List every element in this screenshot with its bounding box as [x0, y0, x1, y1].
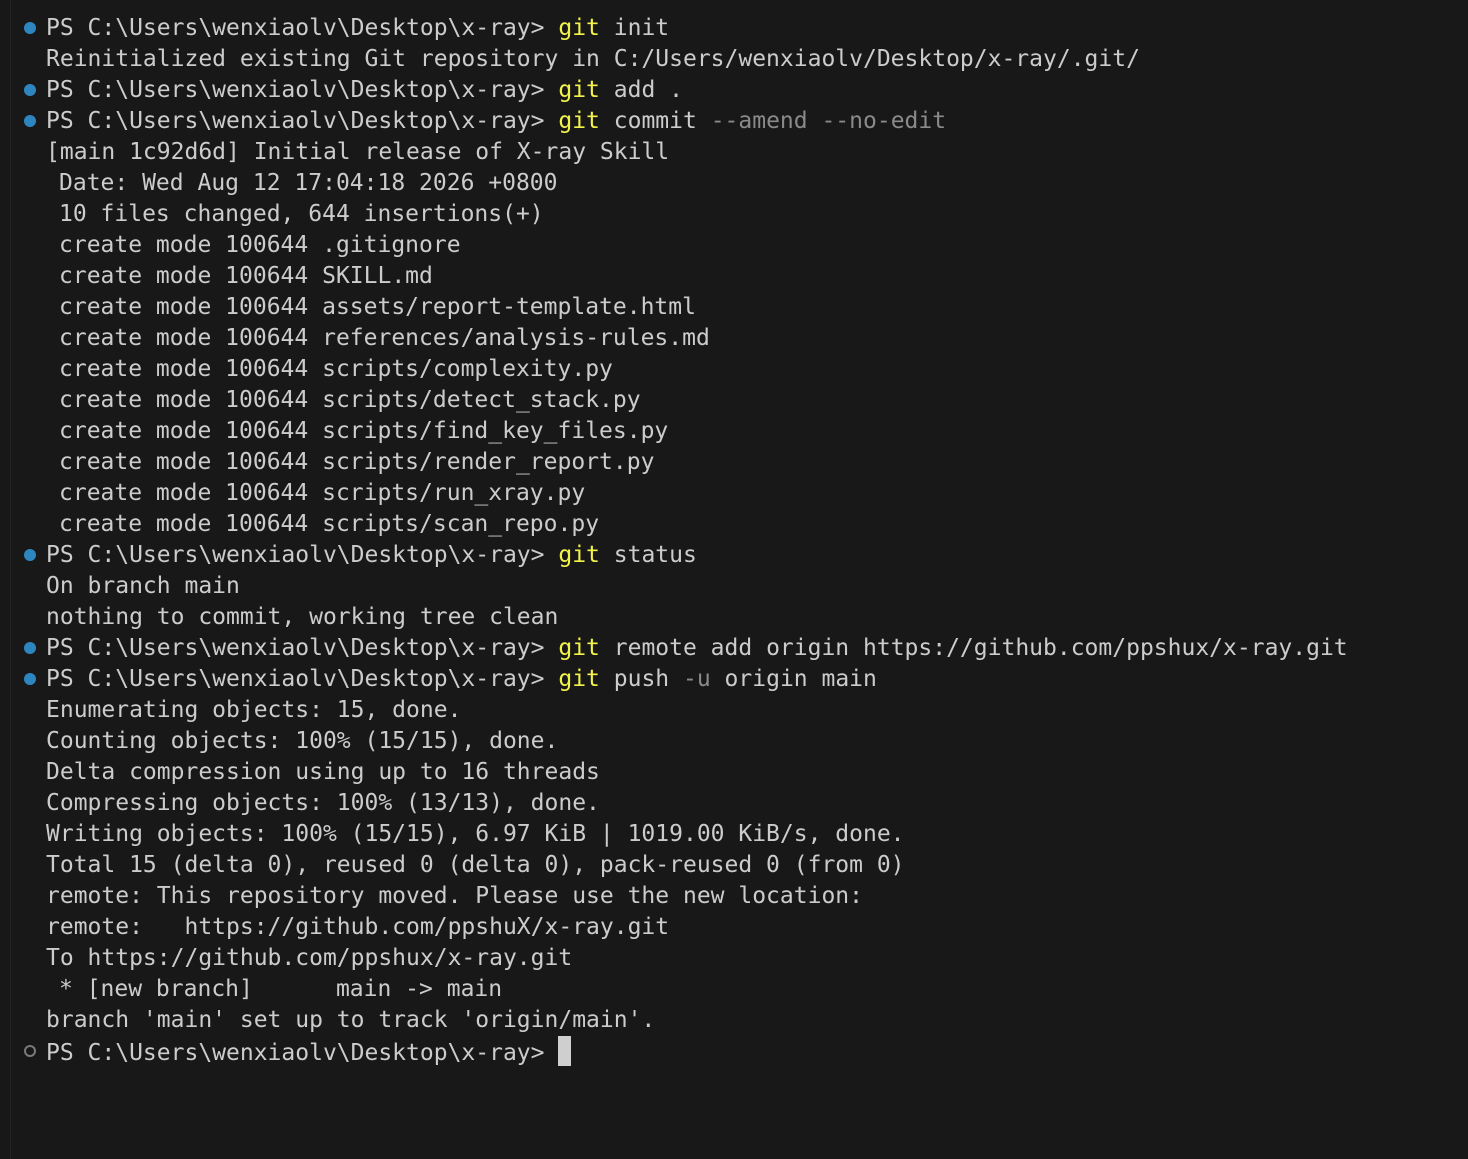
command-status-dot-icon[interactable] [24, 115, 36, 127]
output-line: create mode 100644 scripts/complexity.py [0, 354, 1468, 385]
output-line: [main 1c92d6d] Initial release of X-ray … [0, 137, 1468, 168]
output-text: Date: Wed Aug 12 17:04:18 2026 +0800 [59, 170, 558, 196]
output-text: branch 'main' set up to track 'origin/ma… [46, 1007, 656, 1033]
prompt-text: PS C:\Users\wenxiaolv\Desktop\x-ray> [46, 77, 559, 103]
output-text: [main 1c92d6d] Initial release of X-ray … [46, 139, 670, 165]
output-line: create mode 100644 SKILL.md [0, 261, 1468, 292]
output-text: Total 15 (delta 0), reused 0 (delta 0), … [46, 852, 905, 878]
output-line: create mode 100644 scripts/detect_stack.… [0, 385, 1468, 416]
current-prompt-line[interactable]: PS C:\Users\wenxiaolv\Desktop\x-ray> [0, 1036, 1468, 1067]
output-line: On branch main [0, 571, 1468, 602]
command-args: remote add origin https://github.com/pps… [599, 635, 1348, 661]
git-keyword: git [558, 542, 600, 568]
output-text: create mode 100644 scripts/detect_stack.… [59, 387, 641, 413]
prompt-text: PS C:\Users\wenxiaolv\Desktop\x-ray> [46, 1040, 559, 1066]
command-line[interactable]: PS C:\Users\wenxiaolv\Desktop\x-ray> git… [0, 633, 1468, 664]
output-line: 10 files changed, 644 insertions(+) [0, 199, 1468, 230]
git-keyword: git [558, 666, 600, 692]
output-text: remote: https://github.com/ppshuX/x-ray.… [46, 914, 670, 940]
command-flags: --amend --no-edit [710, 108, 947, 134]
command-args-after: origin main [710, 666, 877, 692]
output-text: create mode 100644 scripts/find_key_file… [59, 418, 669, 444]
output-line: remote: This repository moved. Please us… [0, 881, 1468, 912]
command-line[interactable]: PS C:\Users\wenxiaolv\Desktop\x-ray> git… [0, 540, 1468, 571]
output-text: Delta compression using up to 16 threads [46, 759, 600, 785]
command-args: status [599, 542, 697, 568]
output-text: remote: This repository moved. Please us… [46, 883, 863, 909]
prompt-text: PS C:\Users\wenxiaolv\Desktop\x-ray> [46, 15, 559, 41]
output-text: create mode 100644 .gitignore [59, 232, 461, 258]
output-text: create mode 100644 scripts/render_report… [59, 449, 655, 475]
output-text: nothing to commit, working tree clean [46, 604, 559, 630]
output-line: branch 'main' set up to track 'origin/ma… [0, 1005, 1468, 1036]
output-text: To https://github.com/ppshux/x-ray.git [46, 945, 573, 971]
output-text: create mode 100644 scripts/complexity.py [59, 356, 613, 382]
command-args: push [599, 666, 683, 692]
output-line: create mode 100644 .gitignore [0, 230, 1468, 261]
output-text: create mode 100644 scripts/scan_repo.py [59, 511, 600, 537]
git-keyword: git [558, 77, 600, 103]
output-line: create mode 100644 scripts/find_key_file… [0, 416, 1468, 447]
output-line: Enumerating objects: 15, done. [0, 695, 1468, 726]
output-line: create mode 100644 assets/report-templat… [0, 292, 1468, 323]
output-line: To https://github.com/ppshux/x-ray.git [0, 943, 1468, 974]
output-text: Compressing objects: 100% (13/13), done. [46, 790, 600, 816]
output-text: * [new branch] main -> main [59, 976, 503, 1002]
output-text: 10 files changed, 644 insertions(+) [59, 201, 544, 227]
command-status-dot-icon[interactable] [24, 549, 36, 561]
command-line[interactable]: PS C:\Users\wenxiaolv\Desktop\x-ray> git… [0, 13, 1468, 44]
output-line: Delta compression using up to 16 threads [0, 757, 1468, 788]
output-text: create mode 100644 scripts/run_xray.py [59, 480, 586, 506]
command-args: init [599, 15, 670, 41]
git-keyword: git [558, 15, 600, 41]
git-keyword: git [558, 108, 600, 134]
command-line[interactable]: PS C:\Users\wenxiaolv\Desktop\x-ray> git… [0, 664, 1468, 695]
output-line: create mode 100644 references/analysis-r… [0, 323, 1468, 354]
command-status-dot-icon[interactable] [24, 673, 36, 685]
command-line[interactable]: PS C:\Users\wenxiaolv\Desktop\x-ray> git… [0, 106, 1468, 137]
command-idle-dot-icon [24, 1045, 36, 1057]
output-line: Compressing objects: 100% (13/13), done. [0, 788, 1468, 819]
prompt-text: PS C:\Users\wenxiaolv\Desktop\x-ray> [46, 108, 559, 134]
output-text: Reinitialized existing Git repository in… [46, 46, 1140, 72]
output-line: Total 15 (delta 0), reused 0 (delta 0), … [0, 850, 1468, 881]
output-line: * [new branch] main -> main [0, 974, 1468, 1005]
command-flags: -u [683, 666, 711, 692]
output-text: create mode 100644 SKILL.md [59, 263, 433, 289]
text-cursor[interactable] [558, 1036, 572, 1066]
output-line: nothing to commit, working tree clean [0, 602, 1468, 633]
command-status-dot-icon[interactable] [24, 22, 36, 34]
output-line: Date: Wed Aug 12 17:04:18 2026 +0800 [0, 168, 1468, 199]
command-args: commit [599, 108, 711, 134]
output-line: create mode 100644 scripts/render_report… [0, 447, 1468, 478]
output-line: create mode 100644 scripts/scan_repo.py [0, 509, 1468, 540]
output-line: Reinitialized existing Git repository in… [0, 44, 1468, 75]
output-text: Counting objects: 100% (15/15), done. [46, 728, 559, 754]
output-text: Writing objects: 100% (15/15), 6.97 KiB … [46, 821, 905, 847]
terminal-output[interactable]: PS C:\Users\wenxiaolv\Desktop\x-ray> git… [0, 13, 1468, 1067]
command-status-dot-icon[interactable] [24, 84, 36, 96]
prompt-text: PS C:\Users\wenxiaolv\Desktop\x-ray> [46, 635, 559, 661]
output-text: create mode 100644 references/analysis-r… [59, 325, 710, 351]
git-keyword: git [558, 635, 600, 661]
command-status-dot-icon[interactable] [24, 642, 36, 654]
prompt-text: PS C:\Users\wenxiaolv\Desktop\x-ray> [46, 666, 559, 692]
output-line: remote: https://github.com/ppshuX/x-ray.… [0, 912, 1468, 943]
output-text: create mode 100644 assets/report-templat… [59, 294, 696, 320]
terminal-panel[interactable]: PS C:\Users\wenxiaolv\Desktop\x-ray> git… [0, 0, 1468, 1159]
prompt-text: PS C:\Users\wenxiaolv\Desktop\x-ray> [46, 542, 559, 568]
output-text: Enumerating objects: 15, done. [46, 697, 462, 723]
output-text: On branch main [46, 573, 240, 599]
output-line: create mode 100644 scripts/run_xray.py [0, 478, 1468, 509]
output-line: Counting objects: 100% (15/15), done. [0, 726, 1468, 757]
command-line[interactable]: PS C:\Users\wenxiaolv\Desktop\x-ray> git… [0, 75, 1468, 106]
output-line: Writing objects: 100% (15/15), 6.97 KiB … [0, 819, 1468, 850]
command-args: add . [599, 77, 683, 103]
